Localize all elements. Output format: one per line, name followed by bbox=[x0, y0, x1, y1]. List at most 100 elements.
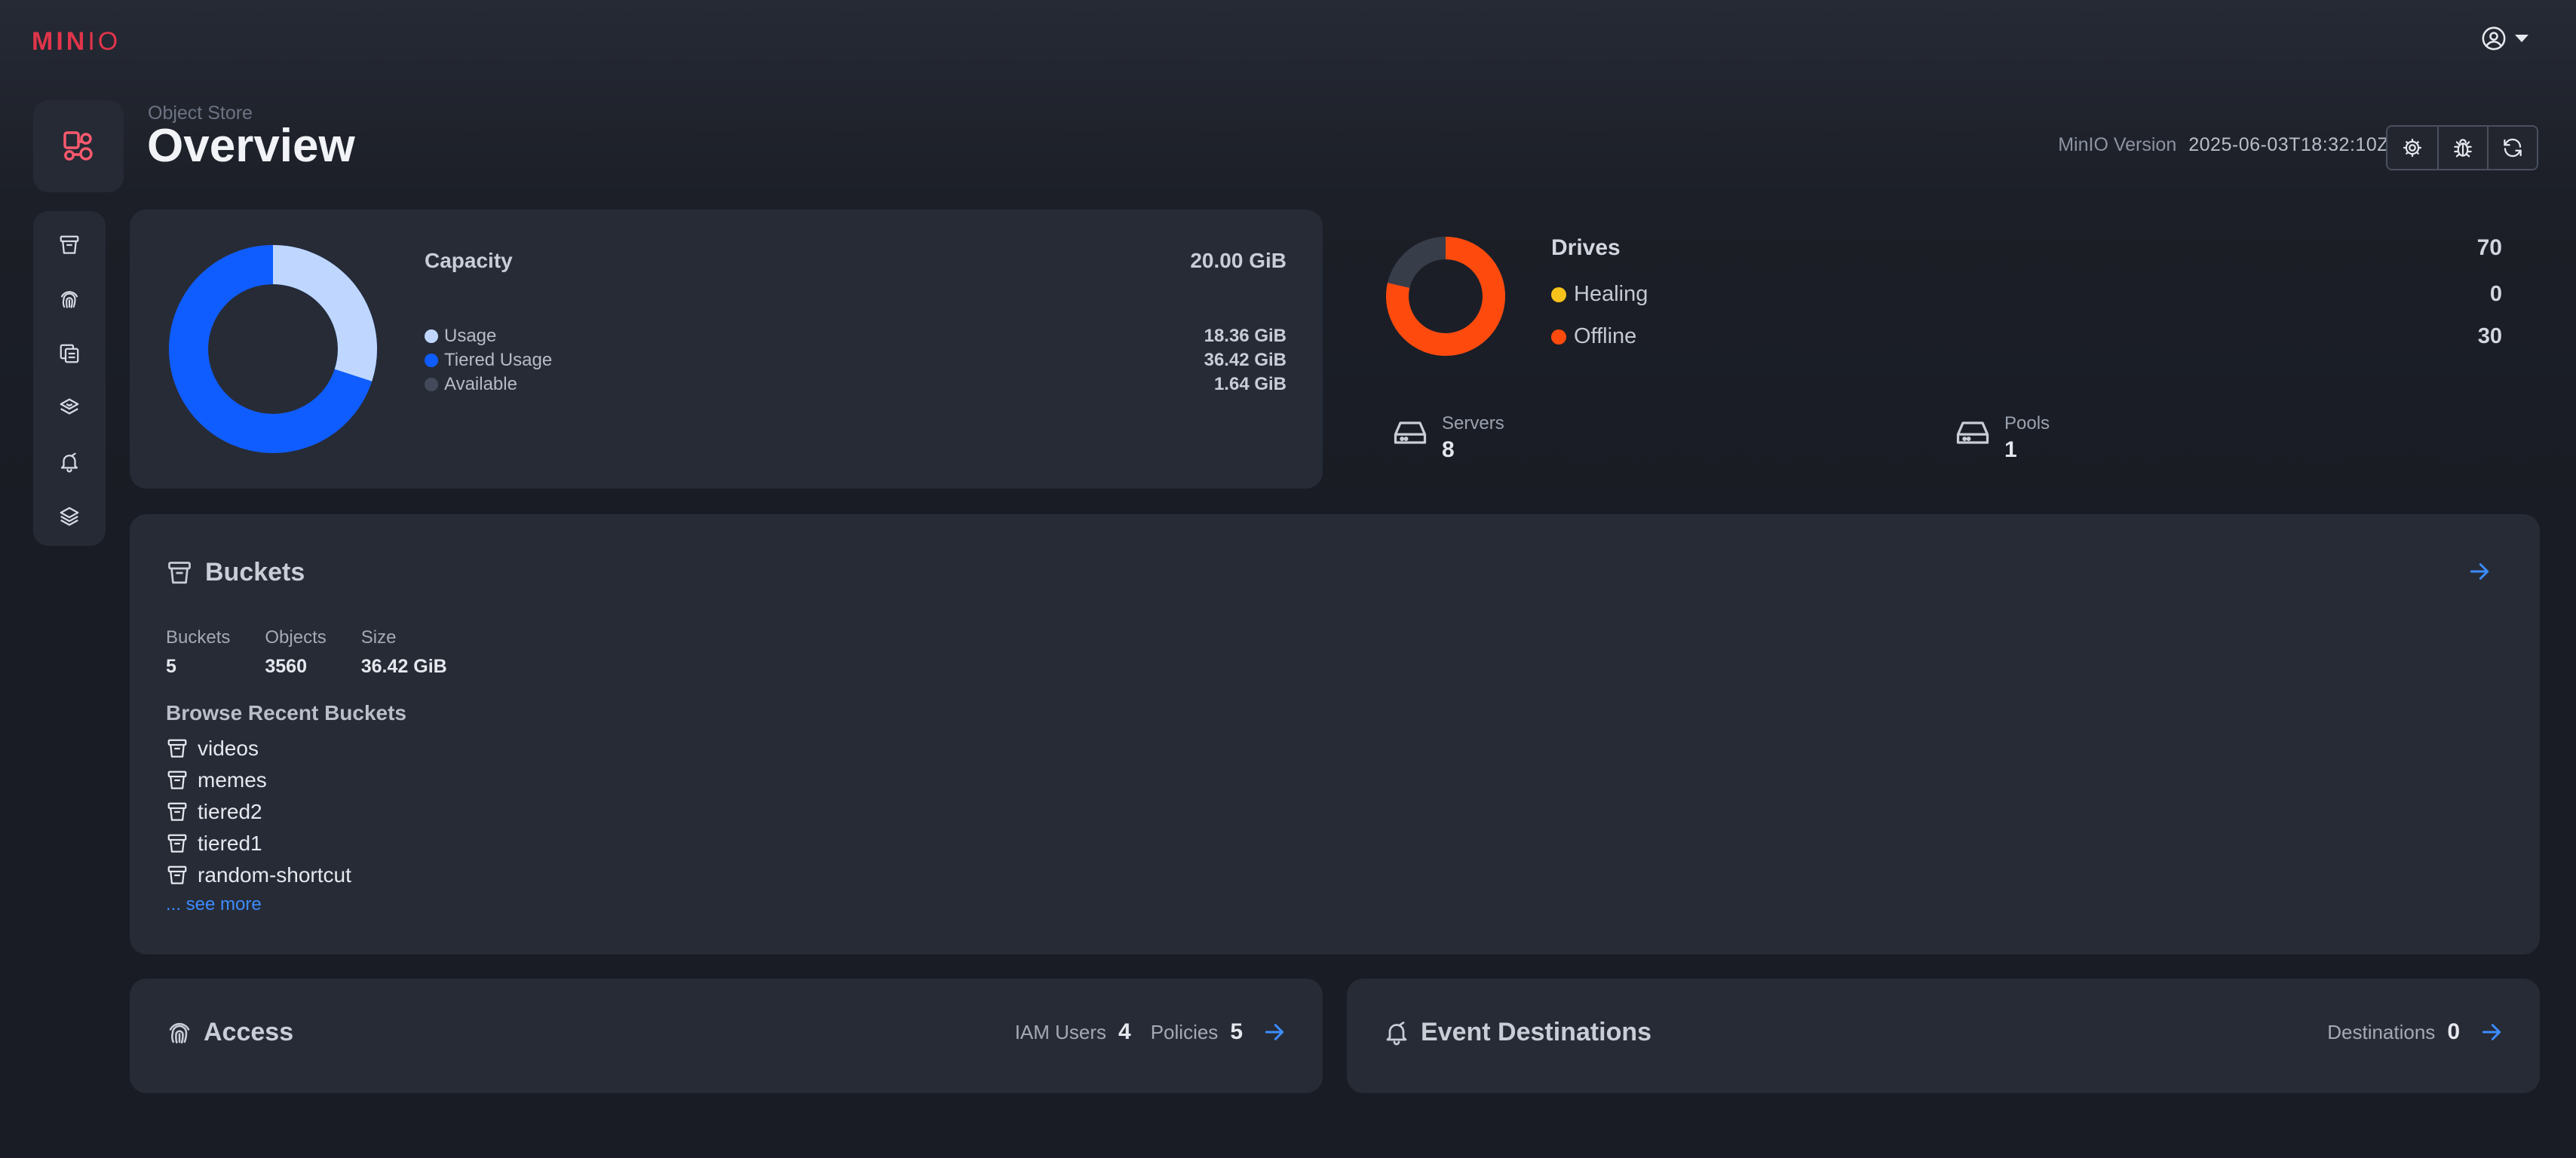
offline-label: Offline bbox=[1574, 324, 1637, 348]
overview-page: MINIO Object Store Overview MinIO Versio… bbox=[0, 0, 2576, 1158]
usage-dot bbox=[425, 329, 438, 343]
drives-summary: Drives 70 Healing 0 Offline 30 Servers 8… bbox=[1357, 219, 2534, 482]
events-arrow-right-icon[interactable] bbox=[2479, 1020, 2504, 1044]
see-more-link[interactable]: ... see more bbox=[166, 894, 262, 915]
refresh-icon bbox=[2504, 138, 2522, 158]
refresh-button[interactable] bbox=[2487, 127, 2537, 169]
offline-dot bbox=[1551, 329, 1566, 345]
buckets-header: Buckets bbox=[166, 558, 305, 587]
servers-label: Servers bbox=[1442, 413, 1504, 433]
iam-users-label: IAM Users bbox=[1014, 1020, 1107, 1043]
servers-stat: Servers 8 bbox=[1391, 413, 1504, 463]
buckets-arrow-right-icon[interactable] bbox=[2467, 559, 2492, 584]
buckets-title: Buckets bbox=[205, 558, 305, 587]
stat-label: Size bbox=[360, 627, 397, 648]
pool-drive-icon bbox=[1956, 421, 1989, 444]
bucket-link[interactable]: tiered2 bbox=[166, 796, 351, 828]
bucket-name: videos bbox=[198, 737, 259, 760]
destinations-label: Destinations bbox=[2327, 1020, 2436, 1043]
pools-value: 1 bbox=[2004, 437, 2017, 462]
copy-icon bbox=[60, 344, 79, 363]
legend-row-usage: Usage 18.36 GiB bbox=[425, 324, 1286, 348]
layers-icon bbox=[60, 507, 79, 526]
bucket-icon bbox=[167, 834, 187, 853]
server-drive-icon bbox=[1394, 421, 1427, 444]
stat-buckets: Buckets 5 bbox=[166, 627, 230, 678]
bug-icon bbox=[2454, 139, 2472, 158]
legend-label: Tiered Usage bbox=[444, 350, 553, 370]
sidebar-item-access[interactable] bbox=[51, 282, 87, 317]
drives-total: 70 bbox=[2476, 235, 2502, 260]
drives-healing-row: Healing 0 bbox=[1551, 282, 2502, 307]
caret-down-icon bbox=[2515, 35, 2528, 42]
bucket-icon bbox=[167, 865, 187, 884]
bucket-link[interactable]: videos bbox=[166, 733, 351, 764]
capacity-donut-chart bbox=[169, 245, 377, 453]
capacity-card: Capacity 20.00 GiB Usage 18.36 GiB Tiere… bbox=[130, 210, 1323, 489]
access-card: Access IAM Users 4 Policies 5 bbox=[130, 979, 1323, 1093]
minio-logo[interactable]: MINIO bbox=[32, 27, 121, 57]
drives-donut-chart bbox=[1386, 237, 1505, 356]
bucket-name: tiered1 bbox=[198, 832, 262, 855]
stat-value: 36.42 GiB bbox=[360, 656, 447, 677]
buckets-stats: Buckets 5 Objects 3560 Size 36.42 GiB bbox=[166, 627, 447, 678]
bucket-name: tiered2 bbox=[198, 800, 262, 823]
layers-stack-icon bbox=[60, 398, 79, 415]
capacity-legend: Usage 18.36 GiB Tiered Usage 36.42 GiB A… bbox=[425, 324, 1286, 397]
access-title: Access bbox=[204, 1018, 294, 1046]
logo-text-bold: MIN bbox=[32, 27, 88, 56]
bucket-link[interactable]: tiered1 bbox=[166, 828, 351, 859]
sidebar-item-events[interactable] bbox=[51, 445, 87, 479]
bucket-name: memes bbox=[198, 768, 267, 792]
stat-objects: Objects 3560 bbox=[265, 627, 326, 678]
gear-icon bbox=[2403, 139, 2421, 157]
sidebar-item-layers[interactable] bbox=[51, 499, 87, 534]
legend-row-available: Available 1.64 GiB bbox=[425, 372, 1286, 397]
access-arrow-right-icon[interactable] bbox=[1262, 1020, 1286, 1044]
recent-buckets-list: videos memes tiered2 tiered1 random-shor… bbox=[166, 733, 351, 891]
header-toolbar bbox=[2386, 125, 2538, 170]
fingerprint-icon bbox=[60, 291, 78, 308]
healing-value: 0 bbox=[2489, 282, 2502, 306]
legend-value: 18.36 GiB bbox=[1204, 326, 1286, 346]
legend-value: 1.64 GiB bbox=[1213, 374, 1286, 394]
diagnostics-button[interactable] bbox=[2437, 127, 2487, 169]
capacity-title: Capacity bbox=[425, 249, 513, 272]
access-stats: IAM Users 4 Policies 5 bbox=[1015, 1019, 1286, 1045]
bucket-link[interactable]: memes bbox=[166, 764, 351, 796]
capacity-total: 20.00 GiB bbox=[1190, 249, 1286, 272]
tiered-usage-dot bbox=[425, 354, 438, 367]
events-title: Event Destinations bbox=[1421, 1018, 1652, 1046]
page-title: Overview bbox=[147, 120, 355, 172]
pools-label: Pools bbox=[2004, 413, 2050, 433]
version-value: 2025-06-03T18:32:10Z bbox=[2188, 134, 2389, 155]
events-header: Event Destinations bbox=[1383, 1018, 1651, 1047]
iam-users-value: 4 bbox=[1118, 1019, 1131, 1044]
sidebar-item-buckets[interactable] bbox=[51, 228, 87, 262]
recent-buckets-title: Browse Recent Buckets bbox=[166, 701, 407, 725]
stat-label: Buckets bbox=[166, 627, 231, 648]
sidebar-item-copy[interactable] bbox=[51, 336, 87, 371]
healing-dot bbox=[1551, 286, 1566, 302]
stat-value: 5 bbox=[166, 656, 176, 677]
settings-button[interactable] bbox=[2387, 127, 2437, 169]
offline-value: 30 bbox=[2477, 324, 2502, 348]
object-store-icon bbox=[63, 131, 93, 161]
event-destinations-card: Event Destinations Destinations 0 bbox=[1347, 979, 2540, 1093]
bucket-name: random-shortcut bbox=[198, 863, 351, 887]
policies-value: 5 bbox=[1230, 1019, 1243, 1044]
policies-label: Policies bbox=[1150, 1020, 1219, 1043]
user-menu[interactable] bbox=[2481, 26, 2529, 51]
buckets-card: Buckets Buckets 5 Objects 3560 Size 36.4… bbox=[130, 514, 2540, 954]
drives-offline-row: Offline 30 bbox=[1551, 324, 2502, 349]
stat-label: Objects bbox=[265, 627, 327, 648]
access-header: Access bbox=[166, 1018, 293, 1047]
stat-size: Size 36.42 GiB bbox=[361, 627, 447, 678]
bucket-icon bbox=[168, 561, 191, 584]
sidebar-item-tiers[interactable] bbox=[51, 391, 87, 425]
logo-text-thin: IO bbox=[87, 27, 121, 56]
sidebar-home-button[interactable] bbox=[33, 100, 124, 192]
legend-label: Available bbox=[444, 374, 517, 394]
drives-title: Drives bbox=[1551, 235, 1621, 260]
bucket-link[interactable]: random-shortcut bbox=[166, 859, 351, 891]
